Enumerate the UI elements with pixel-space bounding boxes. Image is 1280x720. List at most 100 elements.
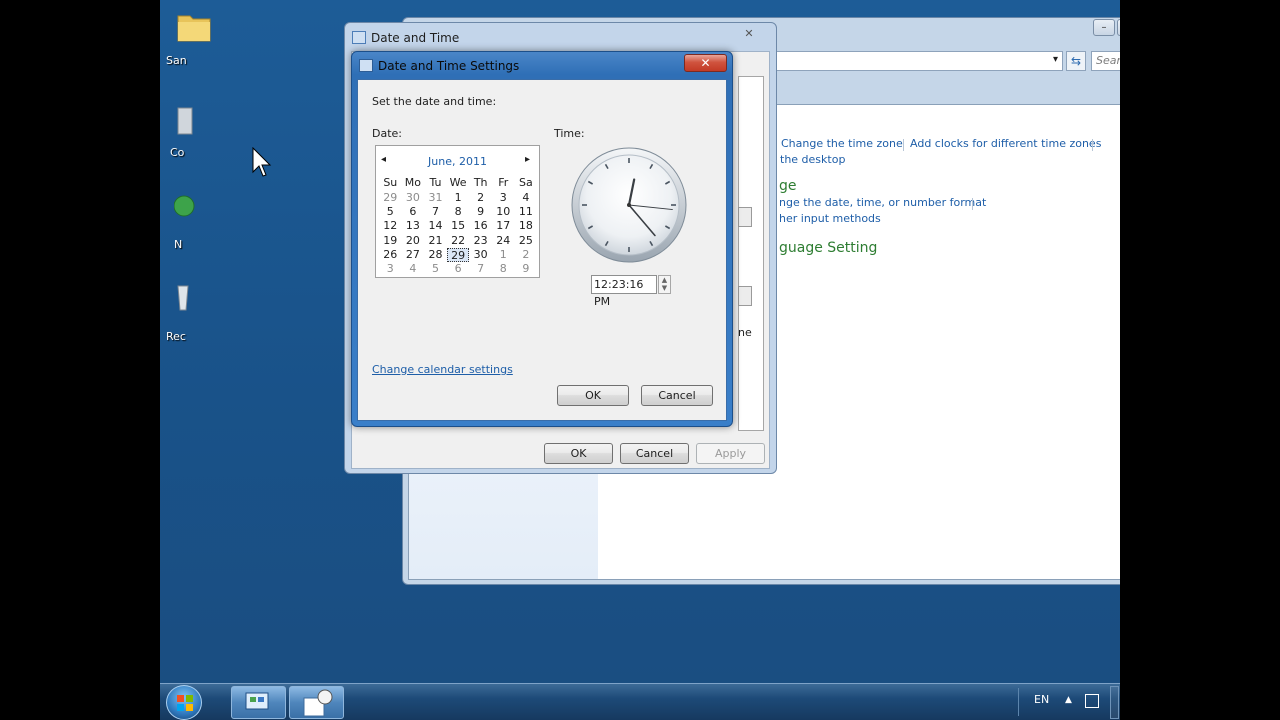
spin-up-icon[interactable]: ▲ [659,276,670,284]
separator [1092,139,1093,151]
ok-button[interactable]: OK [557,385,629,406]
calendar-day[interactable]: 8 [492,262,515,276]
mouse-cursor [252,147,272,177]
weekday-label: Sa [518,176,533,189]
hidden-button[interactable] [738,207,752,227]
calendar-clock-icon [303,689,333,717]
calendar-day[interactable]: 7 [424,205,447,219]
change-time-zone-link[interactable]: Change the time zone [781,137,903,150]
clock-icon [359,59,373,72]
spin-down-icon[interactable]: ▼ [659,284,670,292]
calendar-day[interactable]: 23 [469,234,492,248]
computer-icon[interactable] [174,104,214,138]
chevron-down-icon[interactable]: ▾ [1053,54,1058,65]
time-label: Time: [554,127,585,140]
calendar-day[interactable]: 3 [492,191,515,205]
calendar-day[interactable]: 29 [379,191,402,205]
change-calendar-settings-link[interactable]: Change calendar settings [372,363,513,376]
separator [972,198,973,210]
time-field[interactable]: 12:23:16 PM [591,275,657,308]
dialog-title: Date and Time [371,31,460,45]
calendar-day[interactable]: 12 [379,219,402,233]
separator [903,139,904,151]
change-format-link[interactable]: nge the date, time, or number format [779,196,986,209]
calendar-day[interactable]: 20 [402,234,425,248]
cancel-button[interactable]: Cancel [620,443,689,464]
calendar-day[interactable]: 30 [469,248,492,262]
calendar-day[interactable]: 1 [447,191,470,205]
calendar-day[interactable]: 27 [402,248,425,262]
month-year-header[interactable]: June, 2011 [428,155,487,168]
calendar-day[interactable]: 13 [402,219,425,233]
calendar-day[interactable]: 9 [469,205,492,219]
close-button[interactable]: ✕ [684,54,727,72]
calendar-day[interactable]: 5 [424,262,447,276]
calendar-day[interactable]: 2 [515,248,538,262]
calendar-day[interactable]: 18 [515,219,538,233]
search-input[interactable]: Search Con... ⚲ [1091,51,1120,71]
calendar-day[interactable]: 14 [424,219,447,233]
calendar-day[interactable]: 6 [447,262,470,276]
calendar-day[interactable]: 8 [447,205,470,219]
calendar-day[interactable]: 31 [424,191,447,205]
calendar-day[interactable]: 2 [469,191,492,205]
hidden-button[interactable] [738,286,752,306]
desktop-link[interactable]: the desktop [780,153,845,166]
calendar-day[interactable]: 16 [469,219,492,233]
refresh-icon[interactable]: ⇆ [1066,51,1086,71]
cancel-button[interactable]: Cancel [641,385,713,406]
minimize-button[interactable]: – [1093,19,1115,36]
date-time-settings-dialog: Date and Time Settings ✕ Set the date an… [351,51,733,427]
ok-button[interactable]: OK [544,443,613,464]
next-month-button[interactable]: ▸ [525,154,530,165]
add-clocks-link[interactable]: Add clocks for different time zones [910,137,1101,150]
calendar-day[interactable]: 17 [492,219,515,233]
folder-icon[interactable] [174,6,214,42]
calendar-day[interactable]: 30 [402,191,425,205]
show-desktop-button[interactable] [1110,686,1119,719]
prev-month-button[interactable]: ◂ [381,154,386,165]
calendar-day[interactable]: 21 [424,234,447,248]
calendar-day[interactable]: 26 [379,248,402,262]
address-bar[interactable]: ▾ [763,51,1063,71]
region-heading[interactable]: ge [779,178,797,194]
calendar-day[interactable]: 28 [424,248,447,262]
calendar-day[interactable]: 4 [515,191,538,205]
language-heading[interactable]: guage Setting [779,240,877,256]
calendar-day[interactable]: 5 [379,205,402,219]
calendar-day[interactable]: 7 [469,262,492,276]
calendar-day[interactable]: 10 [492,205,515,219]
start-button[interactable] [166,685,202,720]
calendar-day[interactable]: 11 [515,205,538,219]
calendar-week-row: 29 30 31 1 2 3 4 [379,191,537,205]
calendar-day[interactable]: 1 [492,248,515,262]
maximize-button[interactable]: □ [1117,19,1120,36]
calendar-day[interactable]: 4 [402,262,425,276]
close-icon[interactable]: ✕ [729,25,769,42]
taskbar-date-time-button[interactable] [289,686,344,719]
calendar-day[interactable]: 15 [447,219,470,233]
calendar-week-row: 5 6 7 8 9 10 11 [379,205,537,219]
calendar-day[interactable]: 9 [515,262,538,276]
network-icon[interactable] [173,188,214,222]
calendar-day[interactable]: 6 [402,205,425,219]
desktop-icon-label: Rec [166,330,186,343]
show-hidden-icons-button[interactable]: ▲ [1065,695,1072,705]
calendar-day[interactable]: 3 [379,262,402,276]
analog-clock [571,147,687,263]
desktop: San Co N Rec – □ ✕ ▾ ⇆ Search Con... ⚲ C… [160,0,1120,720]
calendar-day[interactable]: 22 [447,234,470,248]
instruction-label: Set the date and time: [372,95,497,108]
action-center-icon[interactable] [1085,694,1099,708]
calendar-day[interactable]: 29 [446,247,470,262]
calendar-day[interactable]: 25 [515,234,538,248]
time-spinner[interactable]: ▲ ▼ [658,275,671,294]
input-methods-link[interactable]: her input methods [779,212,881,225]
taskbar-control-panel-button[interactable] [231,686,286,719]
weekday-label: We [449,176,467,189]
calendar-day[interactable]: 24 [492,234,515,248]
language-indicator[interactable]: EN [1034,693,1049,706]
apply-button[interactable]: Apply [696,443,765,464]
recycle-bin-icon[interactable] [174,280,214,314]
calendar-day[interactable]: 19 [379,234,402,248]
